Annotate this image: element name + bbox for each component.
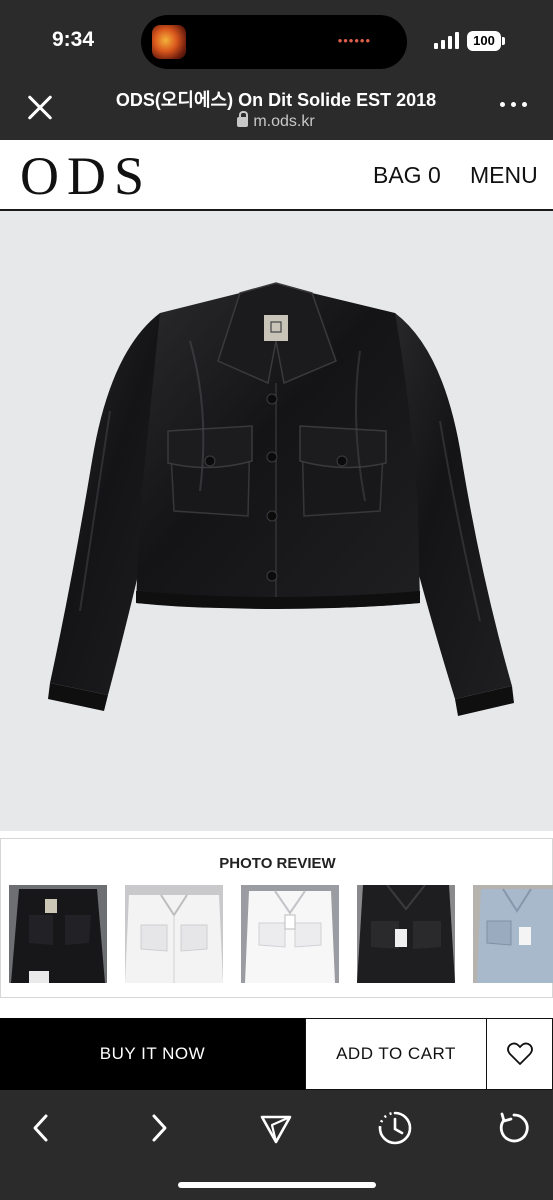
photo-review-title: PHOTO REVIEW [219, 855, 336, 872]
browser-toolbar [0, 1090, 553, 1200]
cellular-signal-icon [434, 32, 460, 49]
buy-it-now-button[interactable]: BUY IT NOW [0, 1018, 305, 1090]
status-bar: 9:34 •••••• 100 [0, 0, 553, 82]
reload-icon[interactable] [494, 1108, 534, 1148]
chevron-right-icon[interactable] [140, 1108, 180, 1148]
chevron-left-icon[interactable] [22, 1108, 62, 1148]
bag-link[interactable]: BAG 0 [373, 162, 441, 189]
menu-link[interactable]: MENU [470, 162, 538, 189]
photo-review-section: PHOTO REVIEW [0, 838, 553, 998]
now-playing-artwork-icon [152, 25, 186, 59]
status-time: 9:34 [52, 28, 95, 51]
white-jacket-photo [241, 885, 339, 983]
review-thumbnail[interactable] [9, 885, 107, 983]
review-thumbnail[interactable] [125, 885, 223, 983]
jacket-illustration [48, 282, 514, 716]
url-text: m.ods.kr [253, 113, 315, 130]
black-jacket-photo [357, 885, 455, 983]
white-jacket-photo [125, 885, 223, 983]
web-content: ODS BAG 0 MENU PHOTO REVIEW BUY IT NOW A… [0, 140, 553, 1090]
page-url: m.ods.kr [80, 111, 472, 131]
dynamic-island[interactable]: •••••• [141, 15, 407, 69]
site-logo[interactable]: ODS [20, 145, 152, 207]
black-jacket-photo [9, 885, 107, 983]
close-icon[interactable] [22, 90, 58, 126]
light-blue-jacket-photo [473, 885, 553, 983]
more-options-icon[interactable] [500, 102, 528, 110]
review-thumbnail[interactable] [473, 885, 553, 983]
site-header: ODS BAG 0 MENU [0, 140, 553, 211]
battery-icon: 100 [467, 31, 501, 51]
purchase-action-bar: BUY IT NOW ADD TO CART [0, 1018, 553, 1090]
browser-header: ODS(오디에스) On Dit Solide EST 2018 m.ods.k… [0, 82, 553, 140]
lock-icon [237, 111, 249, 127]
page-title: ODS(오디에스) On Dit Solide EST 2018 [115, 90, 437, 110]
product-image[interactable] [0, 211, 553, 831]
review-thumbnail[interactable] [241, 885, 339, 983]
home-indicator[interactable] [178, 1182, 376, 1188]
history-icon[interactable] [375, 1108, 415, 1148]
heart-icon [507, 1042, 533, 1065]
add-to-cart-button[interactable]: ADD TO CART [305, 1018, 487, 1090]
share-icon[interactable] [256, 1108, 296, 1148]
audio-waveform-icon: •••••• [337, 33, 371, 48]
wishlist-button[interactable] [487, 1018, 553, 1090]
battery-tip [502, 37, 505, 45]
review-thumbnail[interactable] [357, 885, 455, 983]
